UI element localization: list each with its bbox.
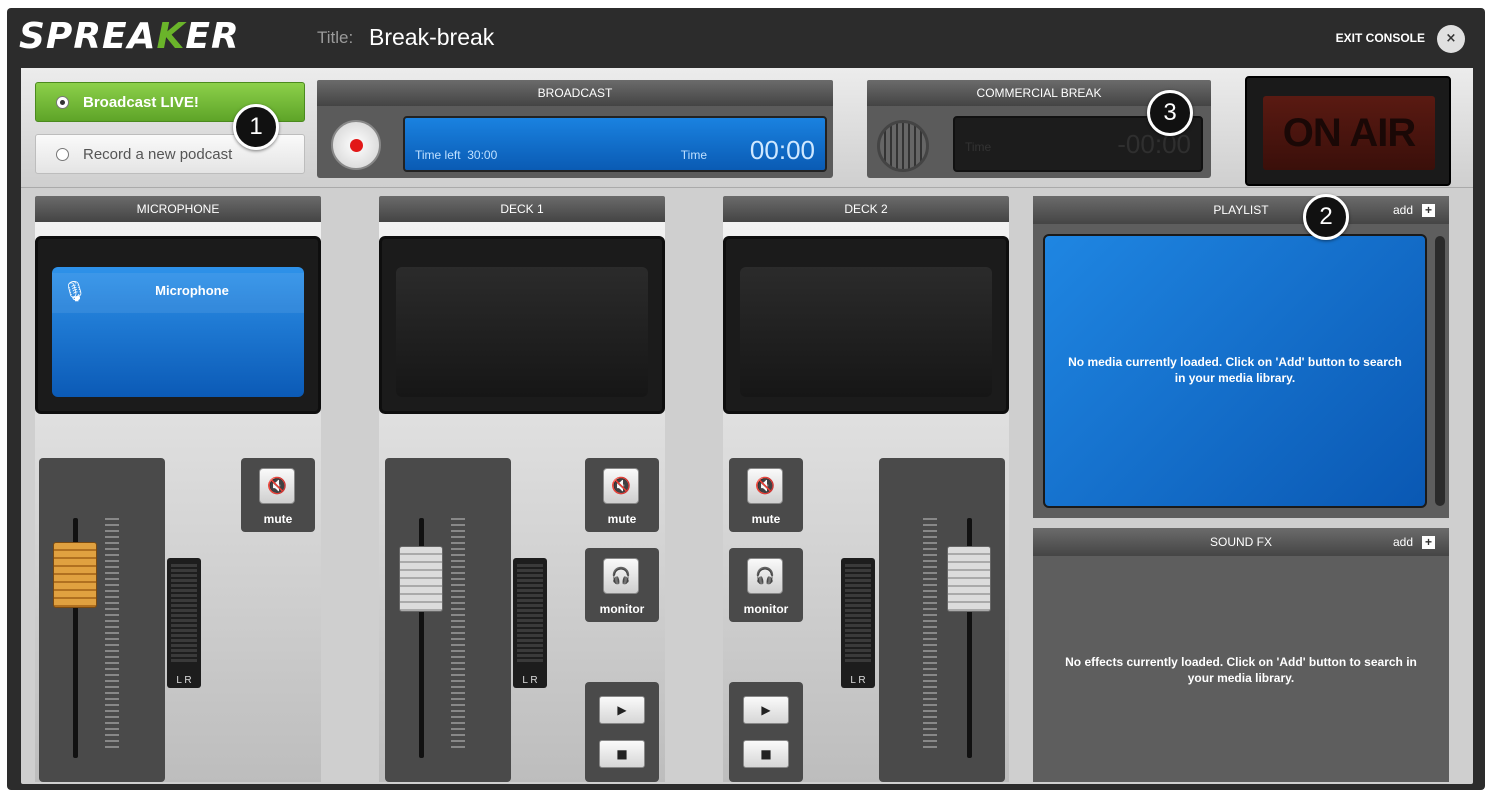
deck1-channel: DECK 1 L R 🔇 mute 🎧 monitor ▶ ■: [379, 196, 665, 782]
deck2-display: [740, 267, 992, 397]
fader-ticks: [923, 518, 937, 748]
sound-fx-title: SOUND FX: [1209, 535, 1272, 549]
sound-fx-header: SOUND FX add +: [1033, 528, 1449, 556]
microphone-source-display: 🎙 Microphone: [52, 267, 304, 397]
deck1-header: DECK 1: [379, 196, 665, 222]
commercial-break-button[interactable]: [877, 120, 929, 172]
callout-1: 1: [233, 104, 279, 150]
play-icon[interactable]: ▶: [599, 696, 645, 724]
sound-fx-empty-message: No effects currently loaded. Click on 'A…: [1065, 655, 1417, 685]
deck1-monitor-button[interactable]: 🎧 monitor: [585, 548, 659, 622]
stop-icon[interactable]: ■: [743, 740, 789, 768]
fader-ticks: [105, 518, 119, 748]
deck2-monitor-button[interactable]: 🎧 monitor: [729, 548, 803, 622]
title-label: Title:: [317, 28, 354, 47]
microphone-source-label: Microphone: [155, 283, 229, 298]
time-left: Time left 30:00: [415, 148, 498, 162]
deck1-display: [396, 267, 648, 397]
vu-lr-label: L R: [850, 675, 866, 686]
headphones-icon: 🎧: [747, 558, 783, 594]
broadcast-display: Time left 30:00 Time 00:00: [403, 116, 827, 172]
playlist-header: PLAYLIST add +: [1033, 196, 1449, 224]
microphone-channel: MICROPHONE 🎙 Microphone L R 🔇 mute: [35, 196, 321, 782]
sound-fx-add-link[interactable]: add: [1393, 528, 1413, 556]
sound-fx-add-icon[interactable]: +: [1422, 536, 1435, 549]
monitor-label: monitor: [599, 602, 645, 616]
play-icon[interactable]: ▶: [743, 696, 789, 724]
time-label: Time: [680, 148, 707, 162]
deck2-mute-button[interactable]: 🔇 mute: [729, 458, 803, 532]
vu-bars: [845, 564, 871, 664]
deck1-screen: [379, 236, 665, 414]
vu-bars: [171, 564, 197, 664]
microphone-mute-button[interactable]: 🔇 mute: [241, 458, 315, 532]
stop-icon[interactable]: ■: [599, 740, 645, 768]
deck2-transport: ▶ ■: [729, 682, 803, 782]
mute-icon: 🔇: [747, 468, 783, 504]
broadcast-live-label: Broadcast LIVE!: [83, 93, 199, 111]
console-window: SPREAKER Title: Break-break EXIT CONSOLE…: [7, 8, 1485, 790]
mute-icon: 🔇: [603, 468, 639, 504]
monitor-label: monitor: [743, 602, 789, 616]
playlist-title: PLAYLIST: [1213, 203, 1269, 217]
mute-label: mute: [607, 512, 637, 526]
exit-console-link[interactable]: EXIT CONSOLE: [1336, 31, 1425, 45]
microphone-header: MICROPHONE: [35, 196, 321, 222]
episode-title[interactable]: Break-break: [369, 24, 494, 51]
fader-ticks: [451, 518, 465, 748]
record-button[interactable]: [331, 120, 381, 170]
vu-lr-label: L R: [176, 675, 192, 686]
cb-time-label: Time: [965, 140, 992, 154]
playlist-add-link[interactable]: add: [1393, 196, 1413, 224]
record-podcast-label: Record a new podcast: [83, 145, 233, 163]
radio-selected-icon[interactable]: [56, 95, 69, 109]
top-bar: SPREAKER Title: Break-break EXIT CONSOLE…: [7, 8, 1485, 66]
microphone-fader-knob[interactable]: [53, 542, 97, 608]
microphone-fader-plate: [39, 458, 165, 782]
callout-3: 3: [1147, 90, 1193, 136]
deck2-vu-meter: L R: [841, 558, 875, 688]
broadcast-header: BROADCAST: [317, 80, 833, 106]
deck2-header: DECK 2: [723, 196, 1009, 222]
spreaker-logo: SPREAKER: [19, 16, 240, 57]
headphones-icon: 🎧: [603, 558, 639, 594]
playlist-add-icon[interactable]: +: [1422, 204, 1435, 217]
deck2-channel: DECK 2 🔇 mute 🎧 monitor ▶ ■ L R: [723, 196, 1009, 782]
microphone-source-row[interactable]: 🎙 Microphone: [52, 273, 304, 313]
playlist-list: No media currently loaded. Click on 'Add…: [1043, 234, 1427, 508]
microphone-screen: 🎙 Microphone: [35, 236, 321, 414]
deck1-vu-meter: L R: [513, 558, 547, 688]
time-value: 00:00: [749, 135, 815, 165]
deck1-fader-plate: [385, 458, 511, 782]
sound-fx-panel: SOUND FX add + No effects currently load…: [1033, 528, 1449, 782]
mute-label: mute: [751, 512, 781, 526]
microphone-vu-meter: L R: [167, 558, 201, 688]
microphone-icon: 🎙: [62, 279, 88, 303]
deck2-fader-plate: [879, 458, 1005, 782]
callout-2: 2: [1303, 194, 1349, 240]
vu-lr-label: L R: [522, 675, 538, 686]
console-body: Broadcast LIVE! Record a new podcast BRO…: [21, 68, 1473, 784]
deck1-fader-knob[interactable]: [399, 546, 443, 612]
radio-unselected-icon[interactable]: [56, 147, 69, 161]
deck2-screen: [723, 236, 1009, 414]
deck1-transport: ▶ ■: [585, 682, 659, 782]
mute-label: mute: [263, 512, 293, 526]
deck1-mute-button[interactable]: 🔇 mute: [585, 458, 659, 532]
playlist-scrollbar[interactable]: [1435, 236, 1445, 506]
vu-bars: [517, 564, 543, 664]
mute-icon: 🔇: [259, 468, 295, 504]
playlist-empty-message: No media currently loaded. Click on 'Add…: [1068, 355, 1402, 385]
deck2-fader-knob[interactable]: [947, 546, 991, 612]
broadcast-panel: BROADCAST Time left 30:00 Time 00:00: [317, 80, 833, 178]
on-air-label: ON AIR: [1263, 96, 1435, 170]
on-air-sign: ON AIR: [1245, 76, 1451, 186]
close-icon[interactable]: ×: [1437, 25, 1465, 53]
playlist-panel: PLAYLIST add + No media currently loaded…: [1033, 196, 1449, 518]
